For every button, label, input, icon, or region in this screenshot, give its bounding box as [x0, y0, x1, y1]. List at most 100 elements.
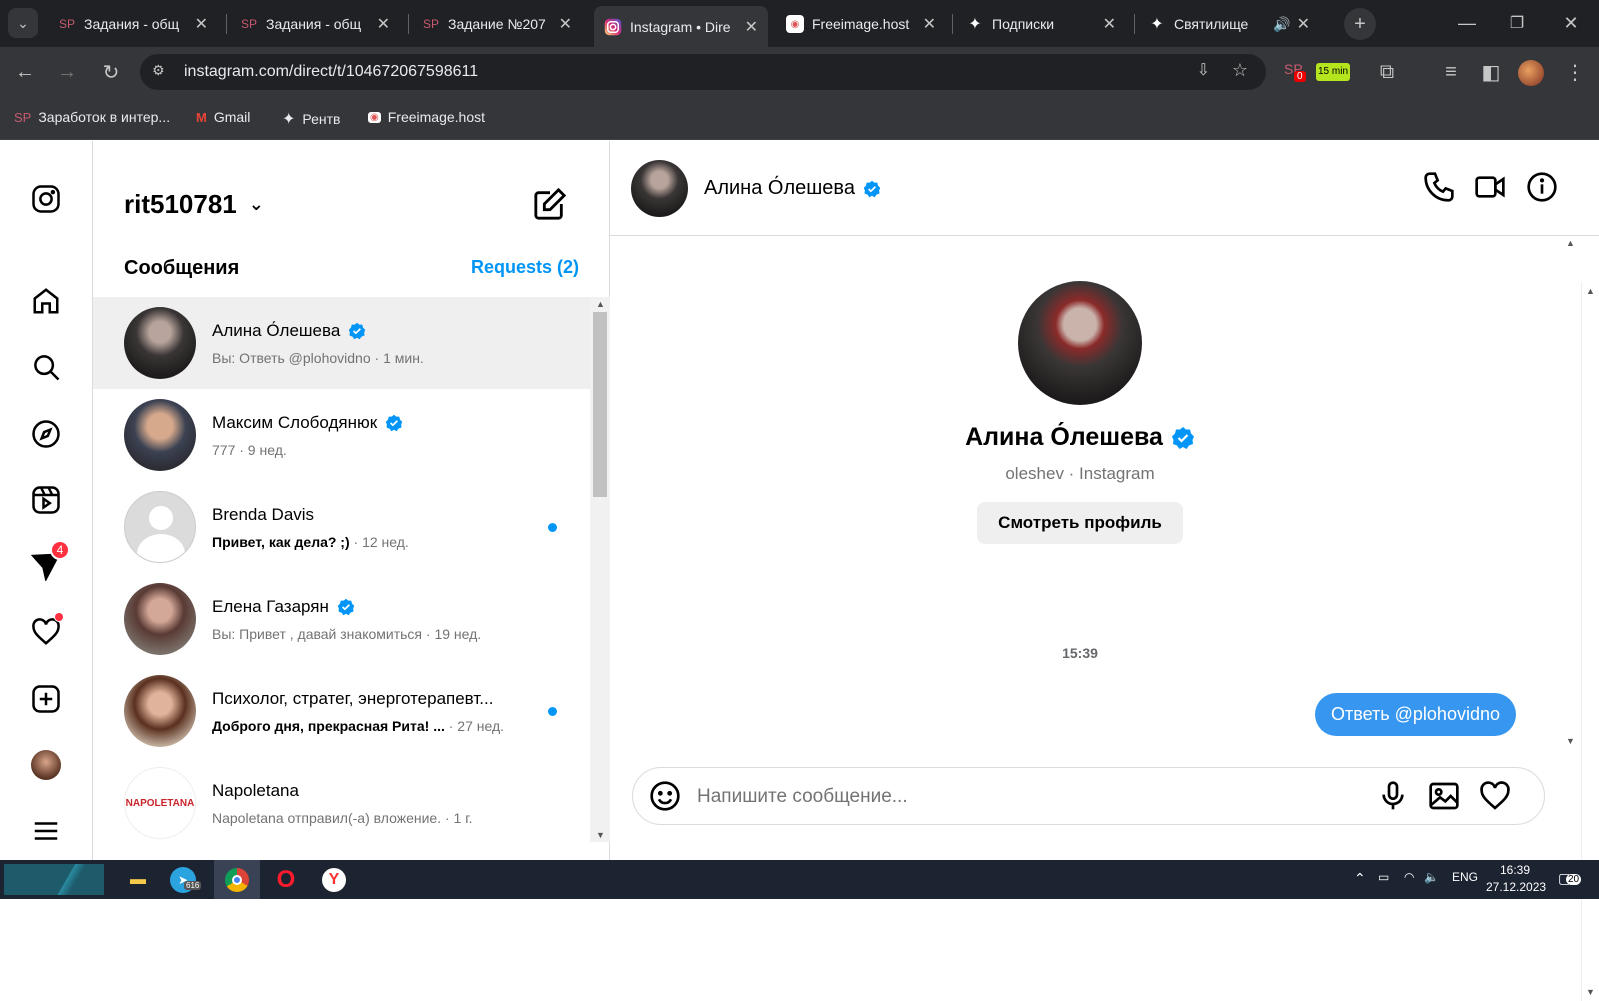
sp-extension-icon[interactable]: SP 0	[1284, 61, 1306, 82]
more-menu-icon[interactable]	[28, 813, 64, 849]
volume-icon[interactable]: 🔈	[1424, 870, 1439, 884]
inbox-panel: rit510781 ⌄ Сообщения Requests (2) Алина…	[93, 141, 610, 860]
account-switcher[interactable]: rit510781 ⌄	[124, 189, 264, 220]
extensions-puzzle-icon[interactable]: ⧉	[1372, 57, 1402, 87]
close-icon[interactable]: ✕	[1103, 14, 1116, 34]
search-icon[interactable]	[28, 349, 64, 385]
chat-scrollbar[interactable]: ▲ ▼	[1562, 236, 1580, 746]
site-settings-icon[interactable]: ⚙	[152, 62, 172, 82]
message-input[interactable]	[697, 782, 1347, 812]
yandex-browser-icon[interactable]: Y	[318, 864, 350, 896]
chat-title[interactable]: Алина О́лешева	[704, 177, 881, 200]
timer-extension-badge[interactable]: 15 min	[1316, 63, 1350, 81]
tab-freeimage[interactable]: ◉ Freeimage.host ✕	[776, 7, 946, 41]
thread-item-maksim[interactable]: Максим Слободянюк 777 · 9 нед.	[93, 389, 593, 481]
outgoing-message-bubble[interactable]: Ответь @plohovidno	[1315, 693, 1516, 736]
thread-item-alina[interactable]: Алина О́лешева Вы: Ответь @plohovidno · …	[93, 297, 593, 389]
bookmark-zarabotok[interactable]: SP Заработок в интер...	[14, 109, 170, 125]
unread-dot	[548, 523, 557, 532]
restore-button[interactable]: ❐	[1502, 8, 1532, 38]
thread-item-elena[interactable]: Елена Газарян Вы: Привет , давай знакоми…	[93, 573, 593, 665]
requests-link[interactable]: Requests (2)	[471, 257, 579, 278]
close-icon[interactable]: ✕	[923, 14, 936, 34]
chevron-up-icon[interactable]: ⌃	[1354, 870, 1366, 887]
close-icon[interactable]: ✕	[1297, 14, 1310, 34]
account-username: rit510781	[124, 189, 237, 219]
forward-button[interactable]: →	[52, 57, 82, 87]
logo-text: NAPOLETANA	[125, 797, 195, 809]
wifi-icon[interactable]: ◠	[1404, 870, 1414, 884]
language-indicator[interactable]: ENG	[1452, 870, 1478, 884]
thread-item-psiholog[interactable]: Психолог, стратег, энерготерапевт... Доб…	[93, 665, 593, 757]
close-icon[interactable]: ✕	[195, 14, 208, 34]
media-control-icon[interactable]: ≡	[1436, 57, 1466, 87]
bookmark-rentv[interactable]: ✦ Рентв	[282, 109, 341, 129]
close-icon[interactable]: ✕	[745, 17, 758, 37]
profile-avatar[interactable]	[28, 747, 64, 783]
scroll-up-arrow-icon[interactable]: ▲	[1586, 286, 1595, 296]
scroll-up-arrow-icon[interactable]: ▲	[596, 299, 605, 309]
thread-item-brenda[interactable]: Brenda Davis Привет, как дела? ;) · 12 н…	[93, 481, 593, 573]
emoji-icon[interactable]	[649, 780, 683, 814]
reels-icon[interactable]	[28, 482, 64, 518]
tab-zadanie[interactable]: SP Задание №207 ✕	[412, 7, 582, 41]
minimize-button[interactable]: —	[1452, 8, 1482, 38]
close-icon[interactable]: ✕	[377, 14, 390, 34]
scroll-up-arrow-icon[interactable]: ▲	[1566, 238, 1575, 248]
speaker-icon[interactable]: 🔊	[1273, 16, 1290, 33]
close-icon[interactable]: ✕	[559, 14, 572, 34]
thread-preview: Napoletana отправил(-а) вложение.	[212, 809, 442, 826]
tab-instagram[interactable]: Instagram • Dire ✕	[594, 6, 768, 47]
close-window-button[interactable]: ✕	[1556, 8, 1586, 38]
start-button[interactable]	[4, 864, 104, 895]
message-composer	[632, 767, 1545, 825]
home-icon[interactable]	[28, 283, 64, 319]
chat-avatar[interactable]	[631, 160, 688, 217]
bookmark-star-icon[interactable]: ☆	[1232, 60, 1248, 81]
tab-zadaniya-1[interactable]: SP Задания - общ ✕	[48, 7, 218, 41]
messages-send-icon[interactable]: 4	[28, 540, 70, 584]
thread-preview: 777	[212, 441, 236, 458]
instagram-logo-icon[interactable]	[28, 181, 64, 217]
thread-item-napoletana[interactable]: NAPOLETANA Napoletana Napoletana отправи…	[93, 757, 593, 849]
microphone-icon[interactable]	[1377, 780, 1411, 814]
bookmark-freeimage[interactable]: ◉ Freeimage.host	[368, 109, 485, 125]
battery-icon[interactable]: ▭	[1378, 870, 1389, 884]
phone-call-icon[interactable]	[1423, 171, 1459, 207]
notifications-icon[interactable]: ▢ 20	[1558, 870, 1582, 887]
install-app-icon[interactable]: ⇩	[1197, 60, 1210, 80]
video-call-icon[interactable]	[1474, 171, 1510, 207]
scroll-down-arrow-icon[interactable]: ▼	[1586, 987, 1595, 997]
view-profile-button[interactable]: Смотреть профиль	[977, 502, 1183, 544]
tab-svyatilische[interactable]: ✦ Святилище 🔊 ✕	[1138, 7, 1320, 41]
tab-zadaniya-2[interactable]: SP Задания - общ ✕	[230, 7, 400, 41]
bookmark-gmail[interactable]: M Gmail	[196, 109, 250, 125]
thread-list-scrollbar[interactable]: ▲ ▼	[590, 297, 610, 842]
telegram-icon[interactable]: ➤ 616	[170, 867, 202, 893]
scroll-down-arrow-icon[interactable]: ▼	[1566, 736, 1575, 746]
like-heart-icon[interactable]	[1479, 780, 1513, 814]
image-upload-icon[interactable]	[1428, 780, 1462, 814]
tab-podpiski[interactable]: ✦ Подписки ✕	[956, 7, 1126, 41]
explore-compass-icon[interactable]	[28, 416, 64, 452]
back-button[interactable]: ←	[10, 57, 40, 87]
chrome-icon[interactable]	[214, 860, 260, 899]
clock-time[interactable]: 16:39	[1500, 863, 1530, 877]
clock-date[interactable]: 27.12.2023	[1486, 880, 1546, 894]
address-bar[interactable]: ⚙ instagram.com/direct/t/104672067598611…	[140, 54, 1266, 90]
reload-button[interactable]: ↻	[96, 57, 126, 87]
tab-search-button[interactable]: ⌄	[8, 8, 38, 38]
new-tab-button[interactable]: +	[1344, 8, 1376, 40]
scrollbar-thumb[interactable]	[593, 312, 607, 497]
menu-kebab-icon[interactable]: ⋮	[1560, 57, 1590, 87]
profile-avatar[interactable]	[1518, 60, 1544, 86]
file-explorer-icon[interactable]: ▬	[122, 864, 154, 896]
new-message-icon[interactable]	[533, 187, 567, 221]
info-icon[interactable]	[1526, 171, 1562, 207]
opera-icon[interactable]: O	[270, 864, 302, 896]
create-plus-icon[interactable]	[28, 681, 64, 717]
notifications-heart-icon[interactable]	[28, 612, 64, 650]
side-panel-icon[interactable]: ◧	[1476, 57, 1506, 87]
avatar	[124, 399, 196, 471]
scroll-down-arrow-icon[interactable]: ▼	[596, 830, 605, 840]
